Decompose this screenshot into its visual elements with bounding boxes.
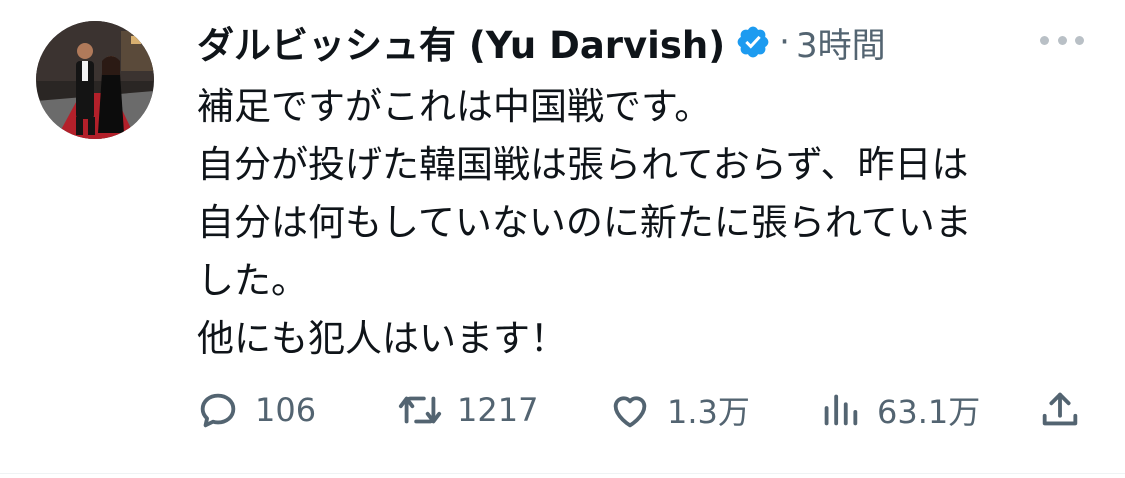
bottom-divider: [0, 473, 1125, 474]
views-button[interactable]: 63.1万: [817, 380, 980, 440]
tweet-text-line: 自分が投げた韓国戦は張られておらず、昨日は: [197, 143, 969, 186]
retweet-count: 1217: [457, 391, 539, 429]
tweet-text-line: 他にも犯人はいます！: [197, 317, 567, 360]
retweet-button[interactable]: 1217: [397, 380, 538, 440]
like-count: 1.3万: [667, 393, 750, 431]
tweet-text: 補足ですがこれは中国戦です。 自分が投げた韓国戦は張られておらず、昨日は 自分は…: [197, 78, 1097, 368]
share-icon: [1037, 387, 1083, 433]
views-icon: [817, 387, 863, 433]
tweet-text-line: 補足ですがこれは中国戦です。: [197, 85, 712, 128]
tweet-text-line: 自分は何もしていないのに新たに張られていま: [197, 201, 972, 244]
verified-badge-icon: [735, 24, 771, 60]
header-separator: ·: [779, 22, 790, 62]
avatar[interactable]: [36, 21, 154, 139]
share-button[interactable]: [1037, 380, 1083, 440]
action-bar: 106 1217 1.3万 63.1万: [195, 380, 1095, 440]
more-options-icon[interactable]: [1040, 32, 1084, 48]
author-display-name[interactable]: ダルビッシュ有 (Yu Darvish): [197, 15, 725, 69]
views-count: 63.1万: [877, 393, 981, 431]
reply-count: 106: [255, 391, 317, 429]
reply-button[interactable]: 106: [195, 380, 316, 440]
tweet-header: ダルビッシュ有 (Yu Darvish) · 3時間: [197, 14, 886, 70]
timestamp[interactable]: 3時間: [796, 18, 886, 67]
tweet-text-line: した。: [197, 259, 308, 302]
retweet-icon: [397, 387, 443, 433]
reply-icon: [195, 387, 241, 433]
like-button[interactable]: 1.3万: [607, 380, 750, 440]
heart-icon: [607, 387, 653, 433]
